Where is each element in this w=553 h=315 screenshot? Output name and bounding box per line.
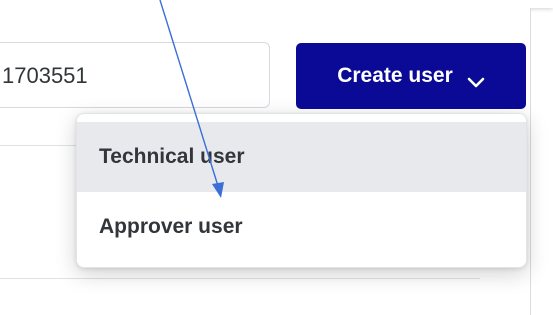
- chevron-down-icon: [467, 70, 485, 88]
- menu-item-label: Approver user: [99, 215, 243, 238]
- create-user-button-label: Create user: [337, 64, 453, 87]
- create-user-dropdown-menu: Technical user Approver user: [76, 113, 527, 268]
- menu-item-approver-user[interactable]: Approver user: [77, 192, 526, 262]
- search-input[interactable]: 1703551: [0, 42, 270, 108]
- menu-item-technical-user[interactable]: Technical user: [77, 122, 526, 192]
- row-divider: [0, 278, 480, 279]
- top-toolbar: [0, 0, 553, 8]
- menu-item-label: Technical user: [99, 145, 245, 168]
- row-divider: [0, 145, 80, 146]
- create-user-button[interactable]: Create user: [296, 43, 526, 109]
